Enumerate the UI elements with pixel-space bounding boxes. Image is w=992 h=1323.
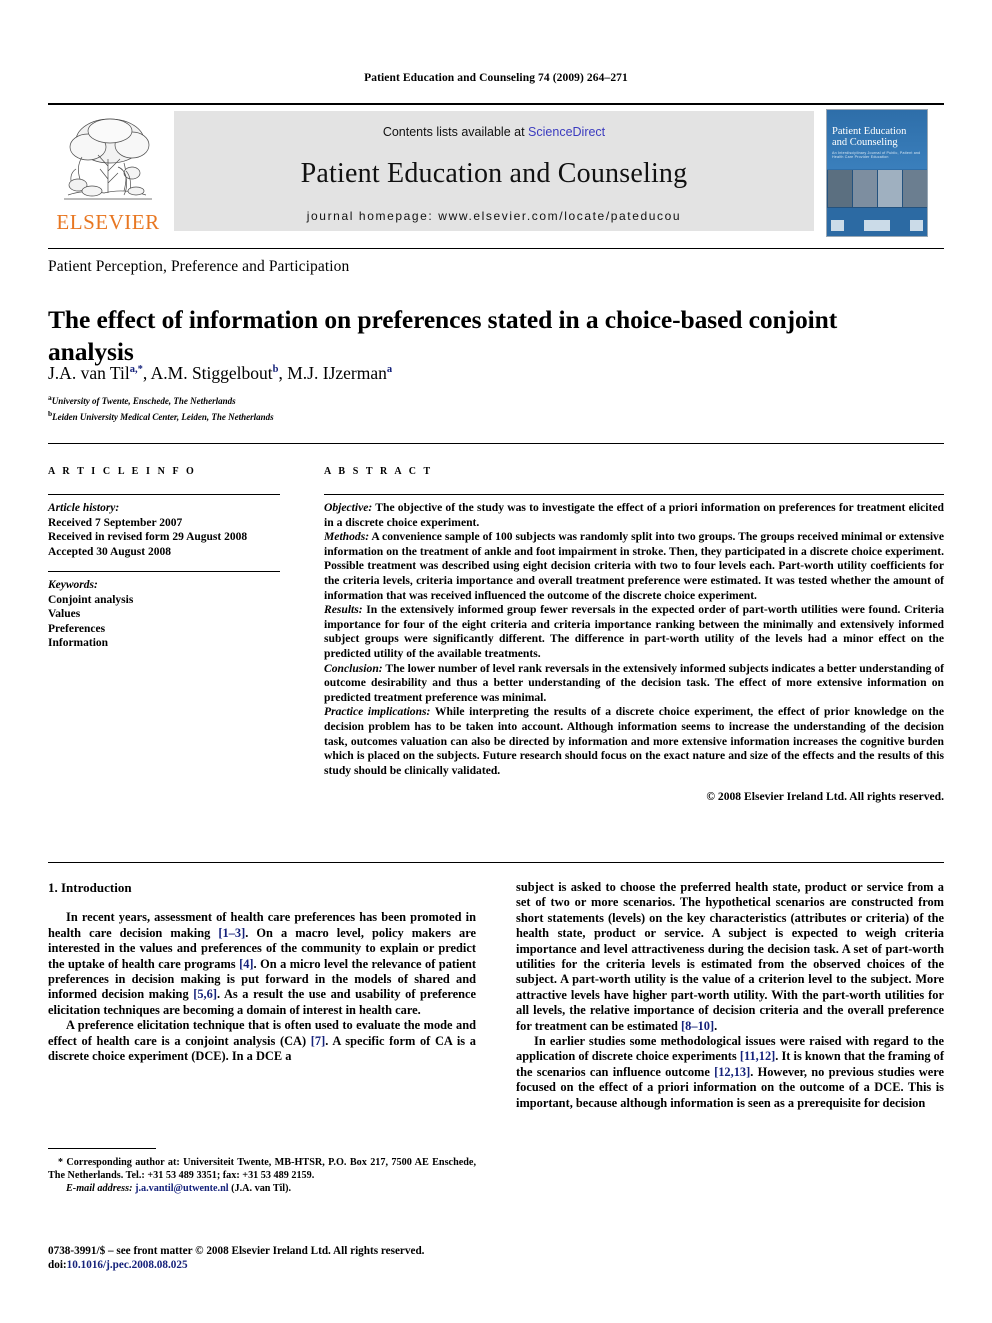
keyword-item: Preferences xyxy=(48,622,106,635)
citation-link[interactable]: [7] xyxy=(311,1034,325,1048)
keywords-block: Keywords: Conjoint analysis Values Prefe… xyxy=(48,578,280,651)
citation-link[interactable]: [12,13] xyxy=(714,1065,750,1079)
abstract-objective: Objective: The objective of the study wa… xyxy=(324,501,944,529)
keyword-item: Information xyxy=(48,637,109,649)
cover-badge-left xyxy=(831,219,844,231)
citation-link[interactable]: [8–10] xyxy=(681,1019,714,1033)
affiliation-b: bLeiden University Medical Center, Leide… xyxy=(48,408,274,422)
abstract-column: Objective: The objective of the study wa… xyxy=(324,494,944,805)
author-1-affiliation-marker: a,* xyxy=(129,364,143,376)
contents-prefix: Contents lists available at xyxy=(382,125,525,139)
abstract-heading: A B S T R A C T xyxy=(324,466,433,477)
journal-banner: Contents lists available at ScienceDirec… xyxy=(174,111,814,231)
affiliation-list: aUniversity of Twente, Enschede, The Net… xyxy=(48,392,748,423)
cover-bottom-panel xyxy=(827,207,927,236)
abstract-methods: Methods: A convenience sample of 100 sub… xyxy=(324,530,944,602)
abstract-practice-label: Practice implications: xyxy=(324,705,431,719)
author-2-affiliation-marker: b xyxy=(272,364,279,376)
journal-title: Patient Education and Counseling xyxy=(300,158,688,189)
citation-link[interactable]: [11,12] xyxy=(740,1049,775,1063)
author-3: M.J. IJzermana xyxy=(287,363,393,383)
article-history-block: Article history: Received 7 September 20… xyxy=(48,501,280,559)
article-page: Patient Education and Counseling 74 (200… xyxy=(0,0,992,1323)
author-3-affiliation-marker: a xyxy=(386,364,393,376)
keywords-rule xyxy=(48,571,280,572)
intro-paragraph-1: In recent years, assessment of health ca… xyxy=(48,910,477,1017)
citation-link[interactable]: [1–3] xyxy=(218,926,245,940)
abstract-copyright: © 2008 Elsevier Ireland Ltd. All rights … xyxy=(706,790,944,804)
cover-photo-strip xyxy=(827,170,927,209)
author-1: J.A. van Tila,* xyxy=(48,363,143,383)
intro-paragraph-4: In earlier studies some methodological i… xyxy=(516,1034,944,1110)
abstract-methods-label: Methods: xyxy=(324,530,370,544)
abstract-top-rule xyxy=(324,494,944,495)
footnote-rule xyxy=(48,1148,156,1149)
sciencedirect-link[interactable]: ScienceDirect xyxy=(528,125,605,139)
elsevier-logo: ELSEVIER xyxy=(52,111,164,235)
cover-badge-right xyxy=(910,219,923,231)
corresponding-author-footnote: * Corresponding author at: Universiteit … xyxy=(48,1156,476,1195)
abstract-objective-label: Objective: xyxy=(324,501,373,514)
imprint-block: 0738-3991/$ – see front matter © 2008 El… xyxy=(48,1244,508,1272)
abstract-practice-implications: Practice implications: While interpretin… xyxy=(324,705,945,777)
email-link[interactable]: j.a.vantil@utwente.nl xyxy=(135,1183,229,1194)
footnote-star-marker: * xyxy=(58,1157,63,1168)
keyword-item: Conjoint analysis xyxy=(48,593,134,606)
elsevier-tree-icon xyxy=(64,118,152,200)
body-column-right: subject is asked to choose the preferred… xyxy=(516,880,944,1111)
corresponding-author-line: * Corresponding author at: Universiteit … xyxy=(48,1157,477,1181)
email-label: E-mail address: xyxy=(66,1183,133,1194)
email-line: E-mail address: j.a.vantil@utwente.nl (J… xyxy=(48,1182,476,1195)
contents-available-line: Contents lists available at ScienceDirec… xyxy=(174,125,814,139)
intro-paragraph-2: A preference elicitation technique that … xyxy=(48,1018,476,1064)
abstract-results-label: Results: xyxy=(324,603,363,617)
journal-masthead: ELSEVIER Contents lists available at Sci… xyxy=(48,103,944,237)
article-history-revised: Received in revised form 29 August 2008 xyxy=(48,531,248,543)
divider-above-section-label xyxy=(48,248,944,249)
cover-subtitle: An Interdisciplinary Journal of Public, … xyxy=(832,151,921,159)
abstract-conclusion-label: Conclusion: xyxy=(324,661,383,675)
keyword-item: Values xyxy=(48,608,81,620)
article-history-received: Received 7 September 2007 xyxy=(48,516,183,529)
article-history-accepted: Accepted 30 August 2008 xyxy=(48,545,171,558)
citation-link[interactable]: [4] xyxy=(239,957,253,971)
journal-section-label: Patient Perception, Preference and Parti… xyxy=(48,258,350,275)
abstract-conclusion: Conclusion: The lower number of level ra… xyxy=(324,661,944,704)
introduction-heading: 1. Introduction xyxy=(48,880,132,895)
elsevier-wordmark: ELSEVIER xyxy=(56,210,160,234)
keywords-label: Keywords: xyxy=(48,579,98,591)
article-info-column: Article history: Received 7 September 20… xyxy=(48,494,280,663)
article-history-label: Article history: xyxy=(48,502,120,514)
journal-homepage-link[interactable]: journal homepage: www.elsevier.com/locat… xyxy=(174,209,814,223)
body-column-left: 1. Introduction In recent years, assessm… xyxy=(48,880,476,1064)
cover-title: Patient Education and Counseling xyxy=(832,126,907,148)
divider-above-body xyxy=(48,862,944,863)
author-list: J.A. van Tila,*, A.M. Stiggelboutb, M.J.… xyxy=(48,363,393,383)
article-info-heading: A R T I C L E I N F O xyxy=(48,466,197,477)
author-2: A.M. Stiggelboutb xyxy=(150,363,279,383)
abstract-results: Results: In the extensively informed gro… xyxy=(324,603,944,660)
page-title: The effect of information on preferences… xyxy=(48,305,838,367)
issn-front-matter: 0738-3991/$ – see front matter © 2008 El… xyxy=(48,1245,425,1257)
intro-paragraph-3: subject is asked to choose the preferred… xyxy=(516,880,944,1033)
article-info-top-rule xyxy=(48,494,280,495)
doi-line: doi:10.1016/j.pec.2008.08.025 xyxy=(48,1258,508,1272)
running-head: Patient Education and Counseling 74 (200… xyxy=(364,72,628,84)
divider-above-abstract xyxy=(48,443,944,444)
cover-badge-center xyxy=(864,219,890,231)
doi-value[interactable]: 10.1016/j.pec.2008.08.025 xyxy=(67,1259,188,1271)
cover-logo-row xyxy=(831,218,923,232)
affiliation-a: aUniversity of Twente, Enschede, The Net… xyxy=(48,393,236,406)
email-owner: (J.A. van Til). xyxy=(231,1183,292,1194)
doi-label: doi: xyxy=(48,1259,67,1271)
journal-cover-thumbnail: Patient Education and Counseling An Inte… xyxy=(826,109,928,237)
citation-link[interactable]: [5,6] xyxy=(193,987,217,1001)
